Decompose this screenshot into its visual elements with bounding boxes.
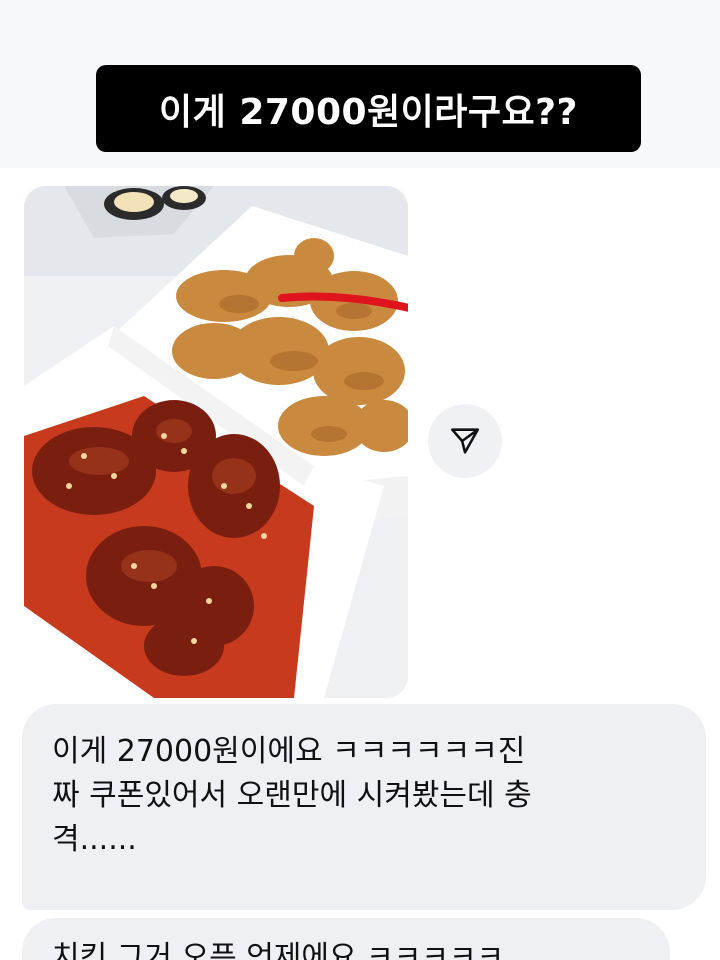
send-icon xyxy=(450,428,480,454)
message-bubble[interactable]: 치킨 그거 오픈 언제에요 ㅋㅋㅋㅋㅋ xyxy=(22,918,670,960)
share-button[interactable] xyxy=(428,404,502,478)
message-text-line: 이게 27000원이에요 ㅋㅋㅋㅋㅋㅋ진 xyxy=(52,734,526,769)
chicken-photo[interactable] xyxy=(24,186,408,698)
screenshot: 이게 27000원이라구요?? 이게 27000원이에요 ㅋㅋㅋㅋㅋㅋ진 짜 쿠… xyxy=(0,0,720,960)
message-text-line: 격...... xyxy=(52,822,137,857)
message-text-line: 치킨 그거 오픈 언제에요 ㅋㅋㅋㅋㅋ xyxy=(52,940,505,960)
chicken-photo-image xyxy=(24,186,408,698)
message-bubble[interactable]: 이게 27000원이에요 ㅋㅋㅋㅋㅋㅋ진 짜 쿠폰있어서 오랜만에 시켜봤는데 … xyxy=(22,704,706,910)
caption-banner: 이게 27000원이라구요?? xyxy=(96,65,641,152)
message-text-line: 짜 쿠폰있어서 오랜만에 시켜봤는데 충 xyxy=(52,778,532,813)
